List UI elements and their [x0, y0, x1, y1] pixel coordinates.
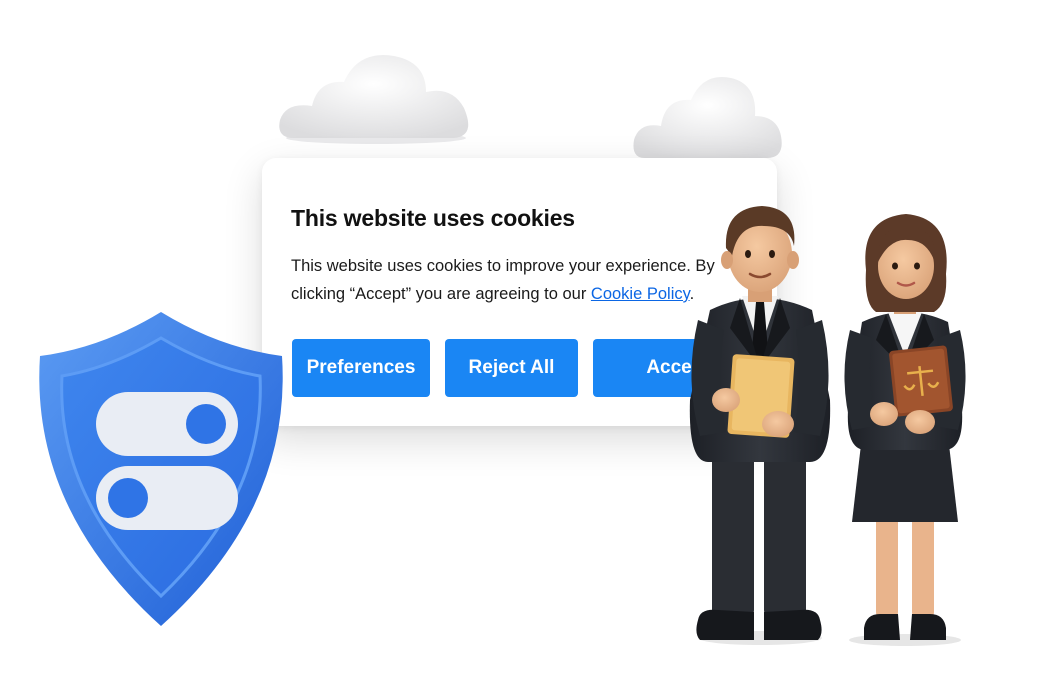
reject-all-button[interactable]: Reject All: [445, 339, 578, 397]
cookie-message-text: clicking “Accept” you are agreeing to ou…: [291, 285, 591, 303]
businessman-figure: [689, 206, 831, 645]
shield-with-toggle-switches-icon: [30, 308, 292, 635]
cookie-dialog-title: This website uses cookies: [291, 205, 575, 231]
cloud-right-icon: [631, 72, 785, 164]
preferences-button[interactable]: Preferences: [292, 339, 430, 397]
businesswoman-figure: [844, 214, 966, 646]
toggle-on-icon: [96, 392, 238, 456]
cookie-policy-link[interactable]: Cookie Policy: [591, 285, 690, 303]
toggle-off-icon: [96, 466, 238, 530]
cloud-left-icon: [276, 50, 476, 146]
business-people-illustration: [680, 200, 990, 655]
